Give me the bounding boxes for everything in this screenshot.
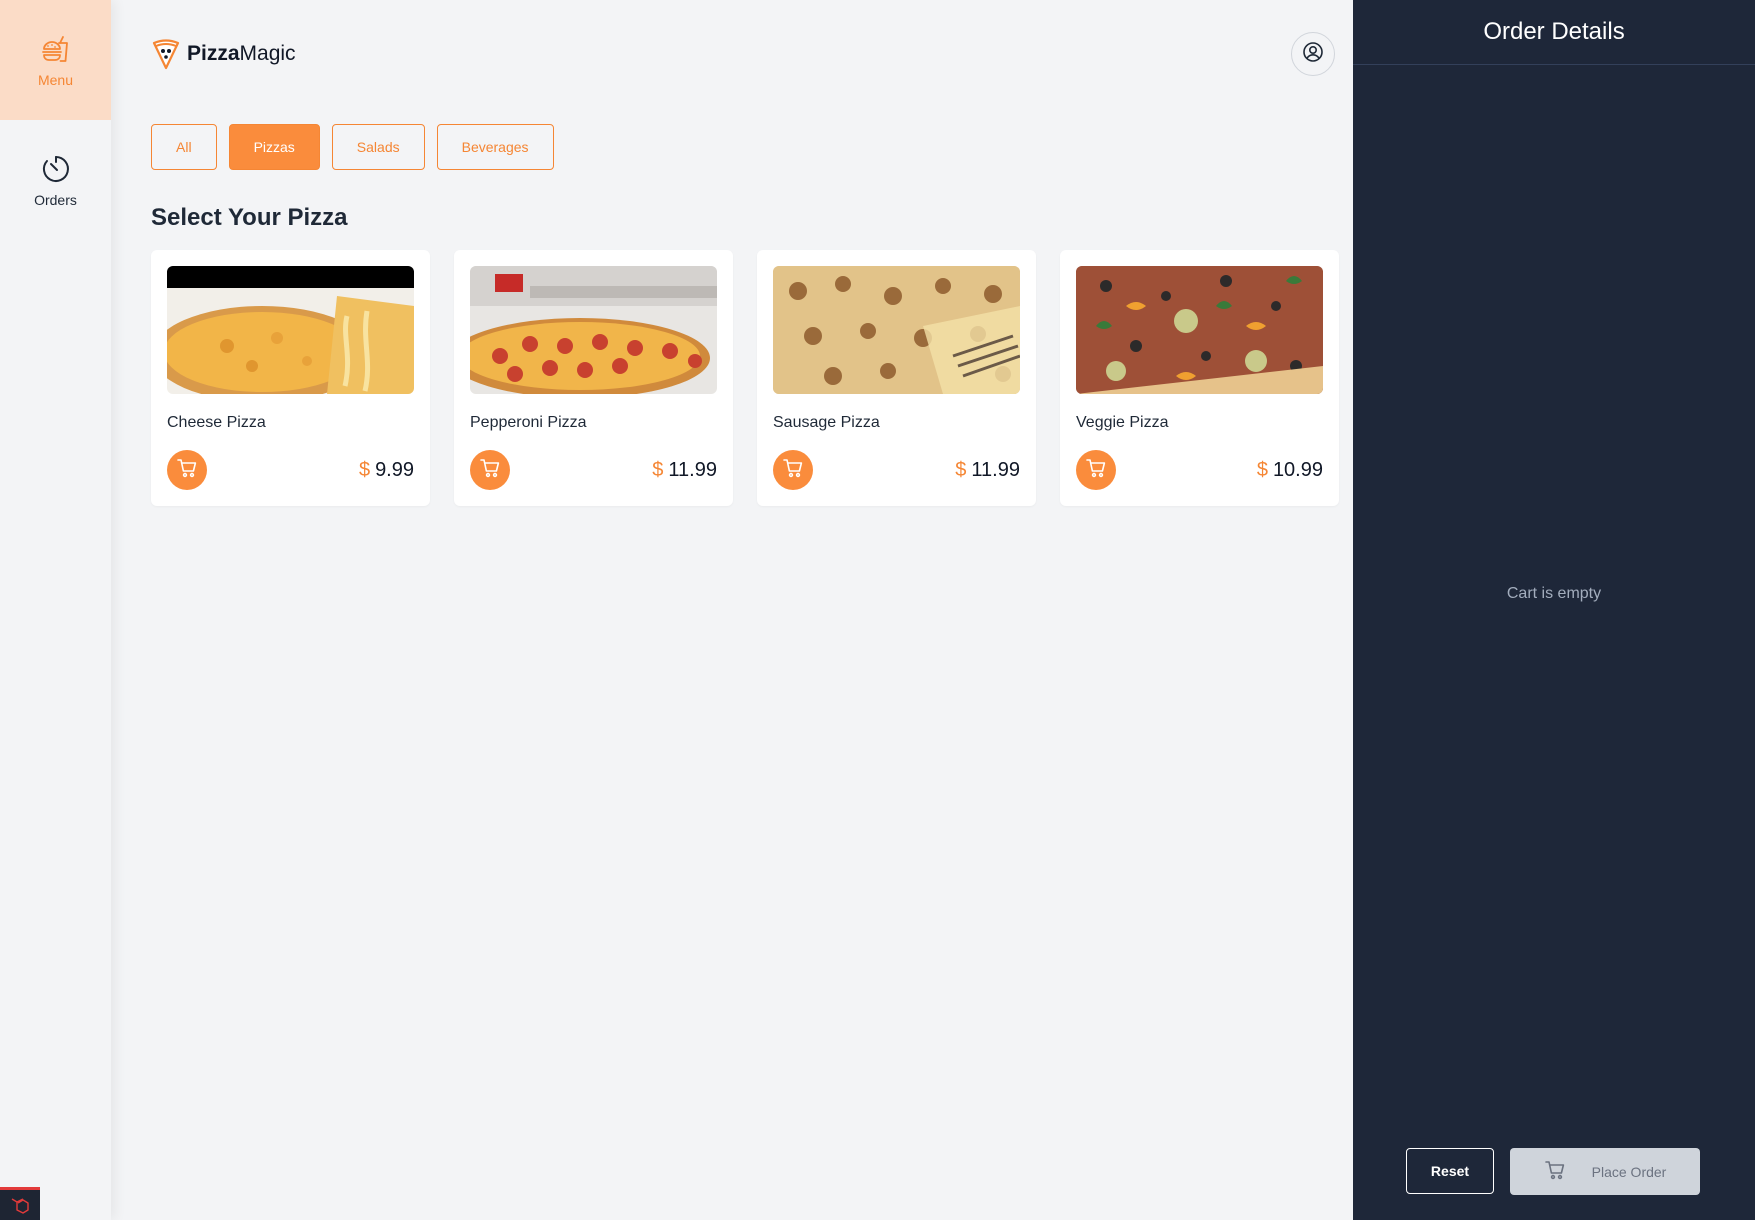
product-grid: Cheese Pizza $9.99 Pepperoni Pizza $ 11.… [151, 250, 1339, 506]
category-filters: All Pizzas Salads Beverages [151, 124, 554, 170]
product-price: $11.99 [652, 458, 717, 481]
brand[interactable]: PizzaMagic [151, 37, 296, 71]
product-image[interactable] [1076, 266, 1323, 394]
filter-all-button[interactable]: All [151, 124, 217, 170]
filter-beverages-button[interactable]: Beverages [436, 124, 554, 170]
place-order-label: Place Order [1591, 1163, 1667, 1180]
product-image[interactable] [470, 266, 717, 394]
section-title: Select Your Pizza [151, 204, 348, 231]
fast-food-icon [39, 32, 73, 66]
sidebar-item-menu[interactable]: Menu [0, 0, 111, 120]
product-name: Cheese Pizza [167, 414, 266, 431]
cart-icon [479, 457, 501, 484]
user-circle-icon [1302, 41, 1324, 68]
add-to-cart-button[interactable] [470, 450, 510, 490]
product-card: Sausage Pizza $11.99 [757, 250, 1036, 506]
product-price: $9.99 [358, 458, 414, 481]
user-account-button[interactable] [1291, 32, 1335, 76]
filter-salads-button[interactable]: Salads [331, 124, 425, 170]
order-details-panel: Order Details Cart is empty Reset Place … [1353, 0, 1755, 1220]
place-order-button[interactable]: Place Order [1510, 1148, 1700, 1195]
product-name: Sausage Pizza [773, 414, 880, 431]
brand-name: PizzaMagic [187, 42, 296, 65]
product-card: Cheese Pizza $9.99 [151, 250, 430, 506]
order-details-title: Order Details [1353, 0, 1755, 65]
cart-icon [1544, 1159, 1566, 1184]
product-price: $10.99 [1256, 458, 1323, 481]
product-card: Pepperoni Pizza $11.99 [454, 250, 733, 506]
add-to-cart-button[interactable] [1076, 450, 1116, 490]
product-image[interactable] [167, 266, 414, 394]
sidebar: Menu Orders [0, 0, 111, 1220]
framework-logo-icon [0, 1187, 40, 1220]
cart-icon [1085, 457, 1107, 484]
pizza-slice-icon [151, 38, 181, 70]
main-content: PizzaMagic All Pizzas Salads Beverages S… [111, 0, 1353, 1220]
product-price: $11.99 [955, 458, 1020, 481]
sidebar-item-orders[interactable]: Orders [0, 120, 111, 240]
filter-pizzas-button[interactable]: Pizzas [228, 124, 320, 170]
reset-button[interactable]: Reset [1406, 1148, 1494, 1194]
add-to-cart-button[interactable] [167, 450, 207, 490]
cart-empty-message: Cart is empty [1506, 585, 1602, 602]
cart-icon [782, 457, 804, 484]
add-to-cart-button[interactable] [773, 450, 813, 490]
sidebar-item-label: Orders [34, 192, 77, 208]
product-name: Pepperoni Pizza [470, 414, 587, 431]
order-actions: Reset Place Order [1406, 1148, 1700, 1195]
product-name: Veggie Pizza [1076, 414, 1169, 431]
sidebar-item-label: Menu [37, 72, 74, 88]
timer-icon [39, 152, 73, 186]
product-card: Veggie Pizza $10.99 [1060, 250, 1339, 506]
cart-icon [176, 457, 198, 484]
product-image[interactable] [773, 266, 1020, 394]
